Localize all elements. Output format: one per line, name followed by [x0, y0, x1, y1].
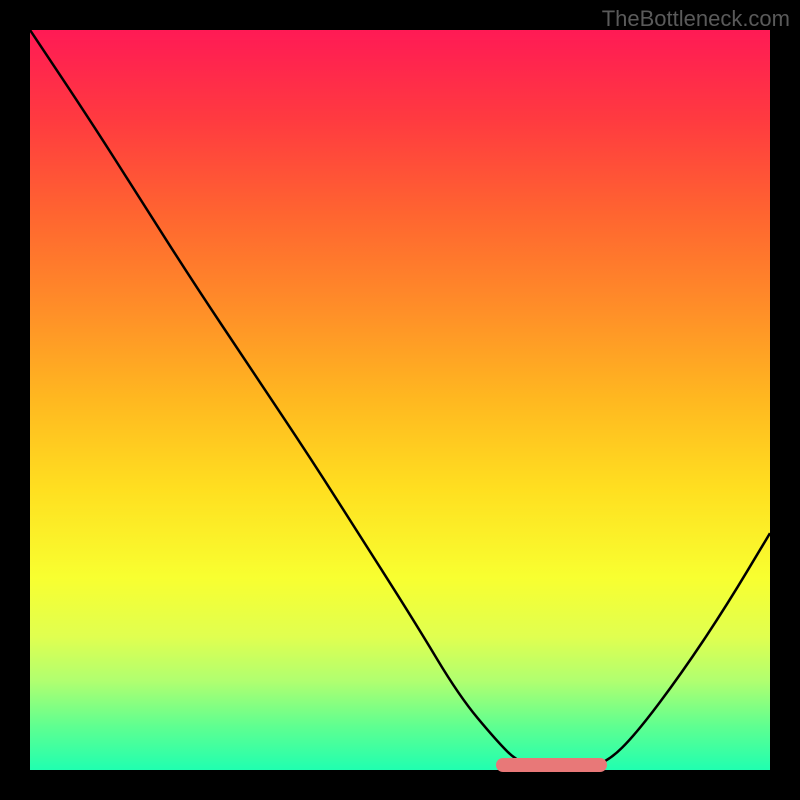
optimal-range-band — [496, 758, 607, 772]
bottleneck-curve-path — [30, 30, 770, 770]
watermark-text: TheBottleneck.com — [602, 6, 790, 32]
chart-plot-area — [30, 30, 770, 770]
curve-svg — [30, 30, 770, 770]
